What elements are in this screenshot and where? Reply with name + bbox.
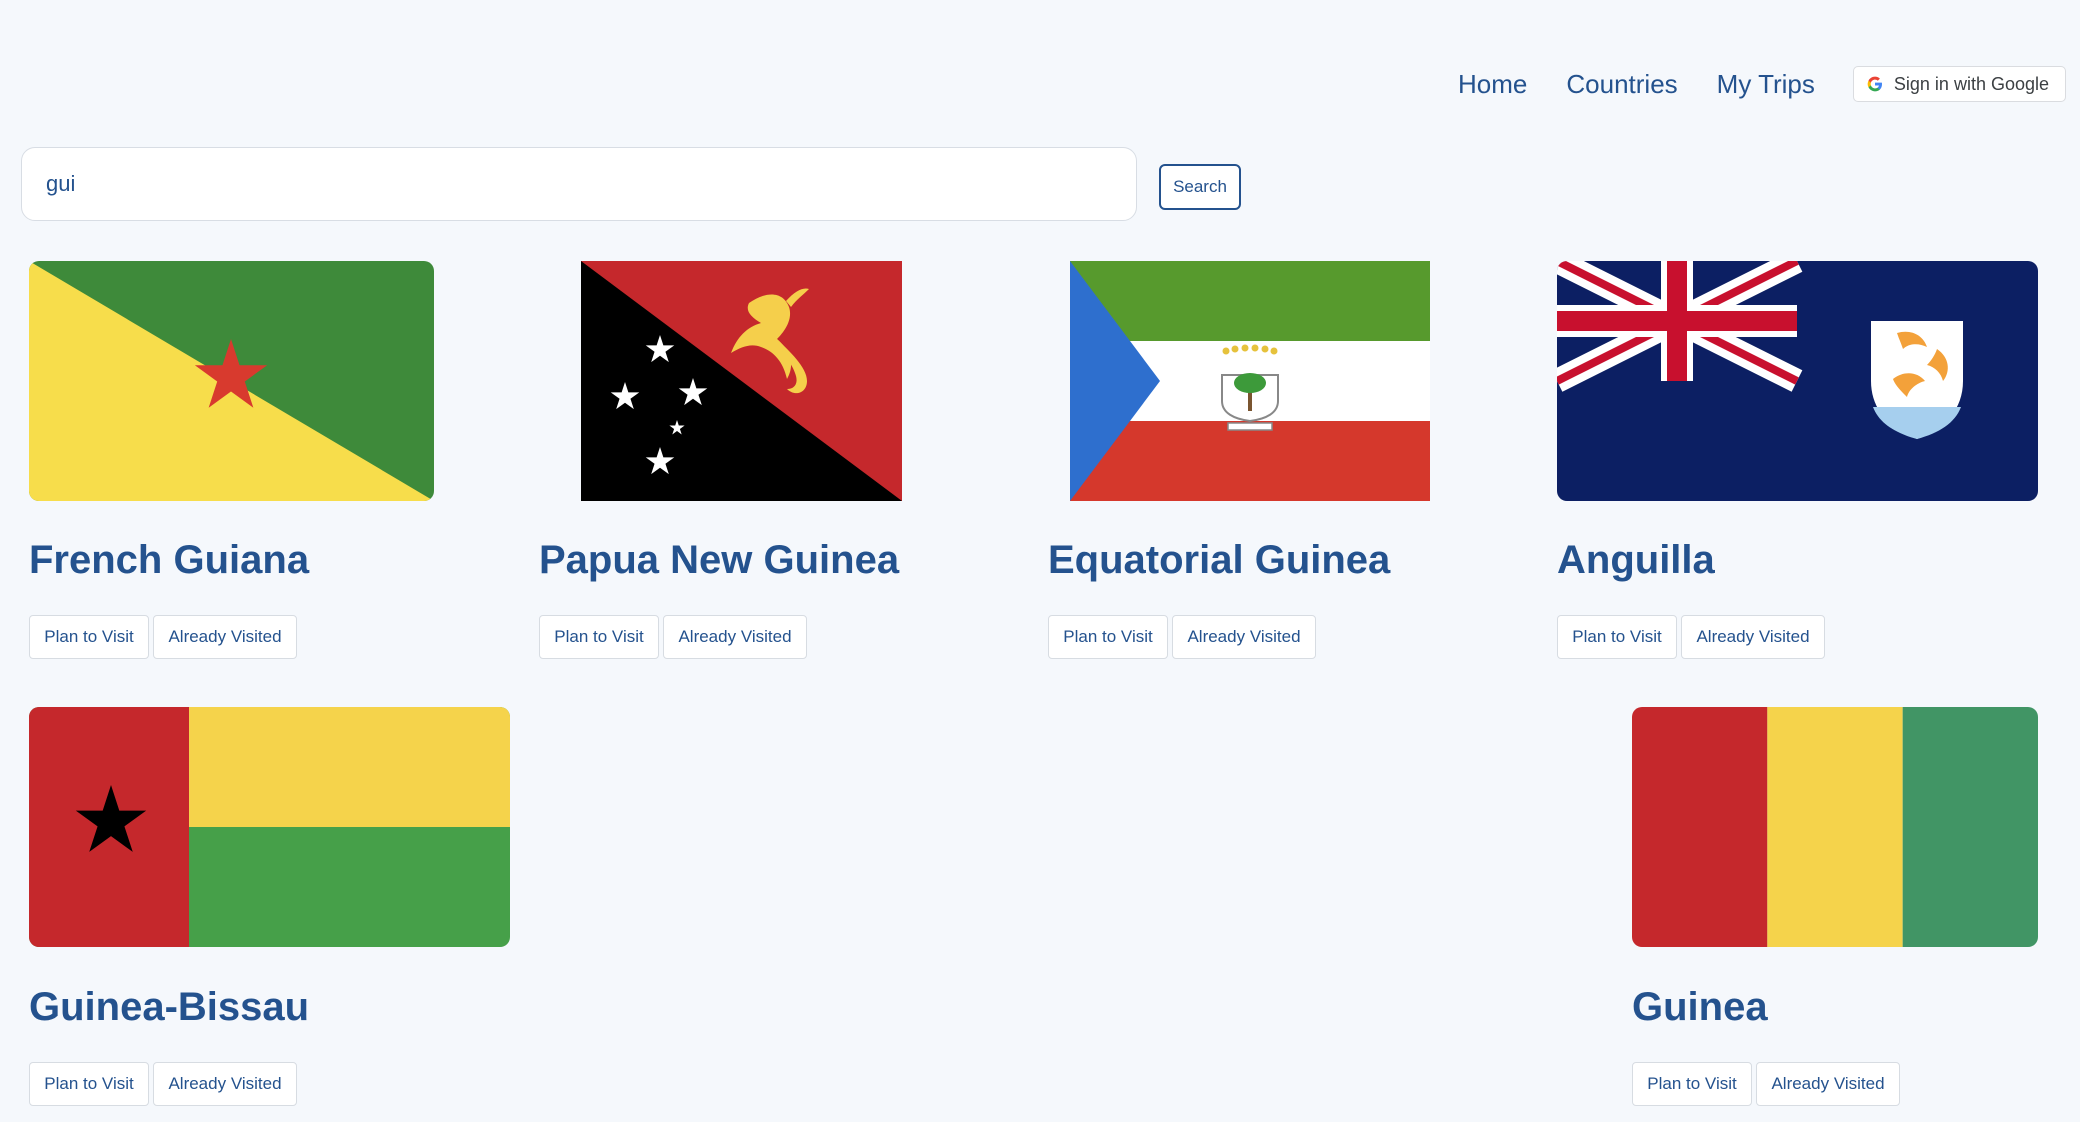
already-visited-button[interactable]: Already Visited	[1681, 615, 1825, 659]
plan-to-visit-button[interactable]: Plan to Visit	[539, 615, 659, 659]
flag-guinea	[1632, 707, 2038, 947]
already-visited-button[interactable]: Already Visited	[1172, 615, 1316, 659]
search-input[interactable]: gui	[21, 147, 1137, 221]
flag-guinea-bissau	[29, 707, 510, 947]
country-title: Papua New Guinea	[539, 538, 900, 582]
country-title: Guinea	[1632, 985, 1768, 1029]
search-button[interactable]: Search	[1159, 164, 1241, 210]
plan-to-visit-button[interactable]: Plan to Visit	[1557, 615, 1677, 659]
google-icon	[1867, 76, 1882, 92]
nav-home[interactable]: Home	[1458, 69, 1527, 100]
country-title: Anguilla	[1557, 538, 1715, 582]
flag-french-guiana	[29, 261, 434, 501]
country-title: French Guiana	[29, 538, 310, 582]
plan-to-visit-button[interactable]: Plan to Visit	[29, 615, 149, 659]
plan-to-visit-button[interactable]: Plan to Visit	[29, 1062, 149, 1106]
flag-anguilla	[1557, 261, 2038, 501]
already-visited-button[interactable]: Already Visited	[663, 615, 807, 659]
top-nav: Home Countries My Trips Sign in with Goo…	[1458, 66, 2066, 102]
plan-to-visit-button[interactable]: Plan to Visit	[1632, 1062, 1752, 1106]
already-visited-button[interactable]: Already Visited	[153, 1062, 297, 1106]
already-visited-button[interactable]: Already Visited	[153, 615, 297, 659]
country-title: Guinea-Bissau	[29, 985, 310, 1029]
google-signin-label: Sign in with Google	[1893, 73, 2049, 94]
flag-equatorial-guinea	[1070, 261, 1430, 501]
nav-my-trips[interactable]: My Trips	[1717, 69, 1815, 100]
country-title: Equatorial Guinea	[1048, 538, 1391, 582]
plan-to-visit-button[interactable]: Plan to Visit	[1048, 615, 1168, 659]
google-signin-button[interactable]: Sign in with Google	[1852, 66, 2066, 102]
already-visited-button[interactable]: Already Visited	[1756, 1062, 1900, 1106]
nav-countries[interactable]: Countries	[1566, 69, 1677, 100]
flag-papua-new-guinea	[581, 261, 902, 501]
